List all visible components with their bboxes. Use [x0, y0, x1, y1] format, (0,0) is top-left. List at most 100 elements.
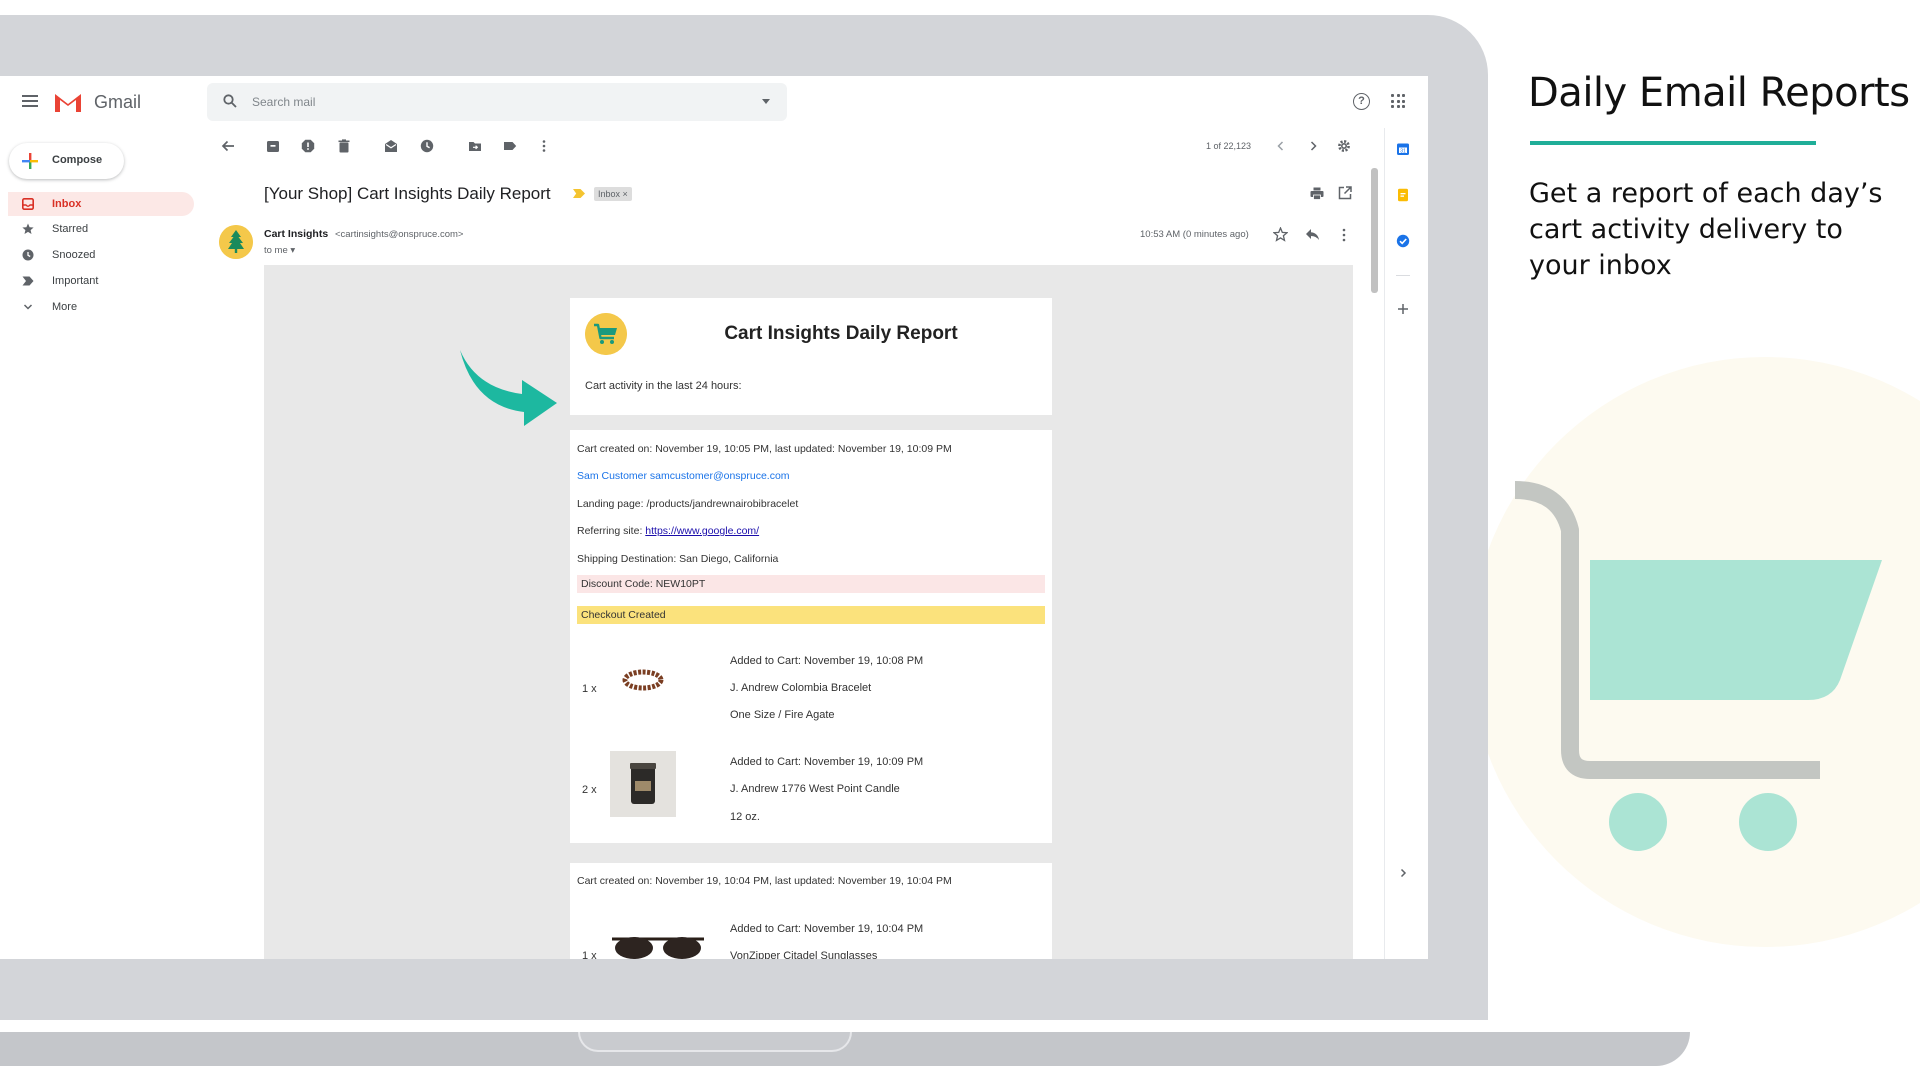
sunglasses-product-image[interactable] [610, 931, 706, 959]
newer-chevron-icon[interactable] [1274, 139, 1288, 153]
chevron-down-icon [23, 304, 33, 310]
report-header-card: Cart Insights Daily Report Cart activity… [570, 298, 1052, 415]
item-quantity: 2 x [582, 784, 597, 796]
sidebar-item-starred[interactable]: Starred [8, 217, 194, 241]
tasks-icon[interactable] [1396, 234, 1410, 248]
more-vert-icon[interactable] [537, 139, 551, 153]
sidebar-item-label: Important [52, 275, 99, 287]
gear-icon[interactable] [1337, 139, 1351, 153]
candle-product-image[interactable] [610, 751, 676, 817]
clock-icon [22, 249, 34, 261]
print-icon[interactable] [1310, 187, 1324, 200]
open-in-new-window-icon[interactable] [1338, 186, 1352, 200]
delete-icon[interactable] [337, 139, 351, 153]
gmail-header: Gmail Search mail ? [0, 76, 1428, 128]
sidebar-item-important[interactable]: Important [8, 269, 194, 293]
main-menu-icon[interactable] [22, 95, 38, 107]
promo-title: Daily Email Reports [1528, 70, 1910, 116]
item-added-time: Added to Cart: November 19, 10:04 PM [730, 923, 924, 935]
keep-notes-icon[interactable] [1396, 188, 1410, 202]
cart-card: Cart created on: November 19, 10:04 PM, … [570, 863, 1052, 959]
move-to-icon[interactable] [468, 139, 482, 153]
item-name: VonZipper Citadel Sunglasses [730, 950, 878, 959]
promo-underline [1530, 141, 1816, 145]
shipping-destination-line: Shipping Destination: San Diego, Califor… [577, 553, 779, 565]
reply-icon[interactable] [1305, 228, 1320, 241]
shopping-cart-illustration [1514, 481, 1882, 851]
discount-code-band: Discount Code: NEW10PT [577, 575, 1045, 593]
recipient-details[interactable]: to me ▾ [264, 245, 295, 256]
sidebar-item-label: Inbox [52, 198, 82, 210]
pager-count: 1 of 22,123 [1206, 141, 1252, 151]
item-quantity: 1 x [582, 683, 597, 695]
laptop-screen: Gmail Search mail ? Compose Inbox Starre… [0, 76, 1428, 959]
sender-email: <cartinsights@onspruce.com> [335, 229, 464, 240]
checkout-status-band: Checkout Created [577, 606, 1045, 624]
cart-created-line: Cart created on: November 19, 10:05 PM, … [577, 443, 952, 455]
sidebar-item-inbox[interactable]: Inbox [8, 192, 194, 216]
star-icon [22, 223, 34, 234]
compose-button[interactable]: Compose [9, 143, 124, 179]
item-variant: One Size / Fire Agate [730, 709, 835, 721]
sidebar-item-more[interactable]: More [8, 295, 194, 319]
referring-site-label: Referring site: [577, 525, 646, 537]
more-vert-icon[interactable] [1342, 228, 1346, 242]
back-arrow-icon[interactable] [221, 139, 235, 153]
report-title: Cart Insights Daily Report [724, 323, 958, 344]
calendar-icon[interactable]: 31 [1396, 142, 1410, 156]
side-panel-separator [1396, 275, 1410, 276]
scrollbar-thumb[interactable] [1371, 168, 1378, 293]
expand-side-panel-chevron-icon[interactable] [1396, 866, 1410, 880]
mark-unread-icon[interactable] [384, 139, 398, 153]
apps-grid-icon[interactable] [1391, 94, 1405, 108]
search-input[interactable]: Search mail [252, 95, 315, 109]
sidebar-item-label: Snoozed [52, 249, 96, 261]
report-spam-icon[interactable] [301, 139, 315, 153]
archive-icon[interactable] [266, 139, 280, 153]
item-variant: 12 oz. [730, 811, 760, 823]
gmail-logo-text: Gmail [94, 92, 142, 112]
side-panel-divider [1384, 128, 1385, 959]
report-subtitle: Cart activity in the last 24 hours: [585, 380, 742, 392]
item-name: J. Andrew 1776 West Point Candle [730, 783, 900, 795]
inbox-label-chip[interactable]: Inbox × [594, 187, 632, 201]
help-icon[interactable]: ? [1353, 93, 1370, 110]
search-icon[interactable] [223, 94, 237, 108]
add-addon-plus-icon[interactable] [1396, 302, 1410, 316]
landing-page-line: Landing page: /products/jandrewnairobibr… [577, 498, 799, 510]
svg-text:31: 31 [1400, 148, 1406, 154]
older-chevron-icon[interactable] [1306, 139, 1320, 153]
stage: Daily Email Reports Get a report of each… [0, 0, 1920, 1080]
referring-site-link[interactable]: https://www.google.com/ [645, 525, 759, 537]
bracelet-product-image[interactable] [620, 662, 666, 698]
email-timestamp: 10:53 AM (0 minutes ago) [1140, 229, 1249, 240]
cart-created-line: Cart created on: November 19, 10:04 PM, … [577, 875, 952, 887]
pointer-arrow-icon [460, 350, 557, 426]
sender-name: Cart Insights [264, 228, 329, 240]
promo-subtitle: Get a report of each day’s cart activity… [1529, 178, 1883, 281]
laptop-notch [578, 1032, 852, 1052]
referring-site-line: Referring site: https://www.google.com/ [577, 525, 759, 537]
cart-card: Cart created on: November 19, 10:05 PM, … [570, 430, 1052, 843]
item-added-time: Added to Cart: November 19, 10:08 PM [730, 655, 924, 667]
email-subject: [Your Shop] Cart Insights Daily Report [264, 184, 551, 203]
gmail-logo-icon[interactable] [53, 91, 83, 113]
sender-avatar [219, 225, 253, 259]
important-marker-icon[interactable] [573, 189, 585, 198]
star-outline-icon[interactable] [1273, 227, 1288, 242]
important-icon [22, 276, 34, 286]
snooze-icon[interactable] [420, 139, 434, 153]
sidebar-item-label: Starred [52, 223, 89, 235]
plus-icon [22, 153, 38, 169]
customer-contact[interactable]: Sam Customer samcustomer@onspruce.com [577, 470, 790, 482]
sidebar-item-snoozed[interactable]: Snoozed [8, 243, 194, 267]
item-name: J. Andrew Colombia Bracelet [730, 682, 872, 694]
item-added-time: Added to Cart: November 19, 10:09 PM [730, 756, 924, 768]
inbox-icon [22, 198, 34, 210]
search-options-icon[interactable] [762, 99, 770, 104]
label-icon[interactable] [503, 139, 517, 153]
compose-label: Compose [52, 154, 103, 166]
item-quantity: 1 x [582, 950, 597, 959]
sidebar-item-label: More [52, 301, 78, 313]
search-bar[interactable]: Search mail [207, 83, 787, 121]
